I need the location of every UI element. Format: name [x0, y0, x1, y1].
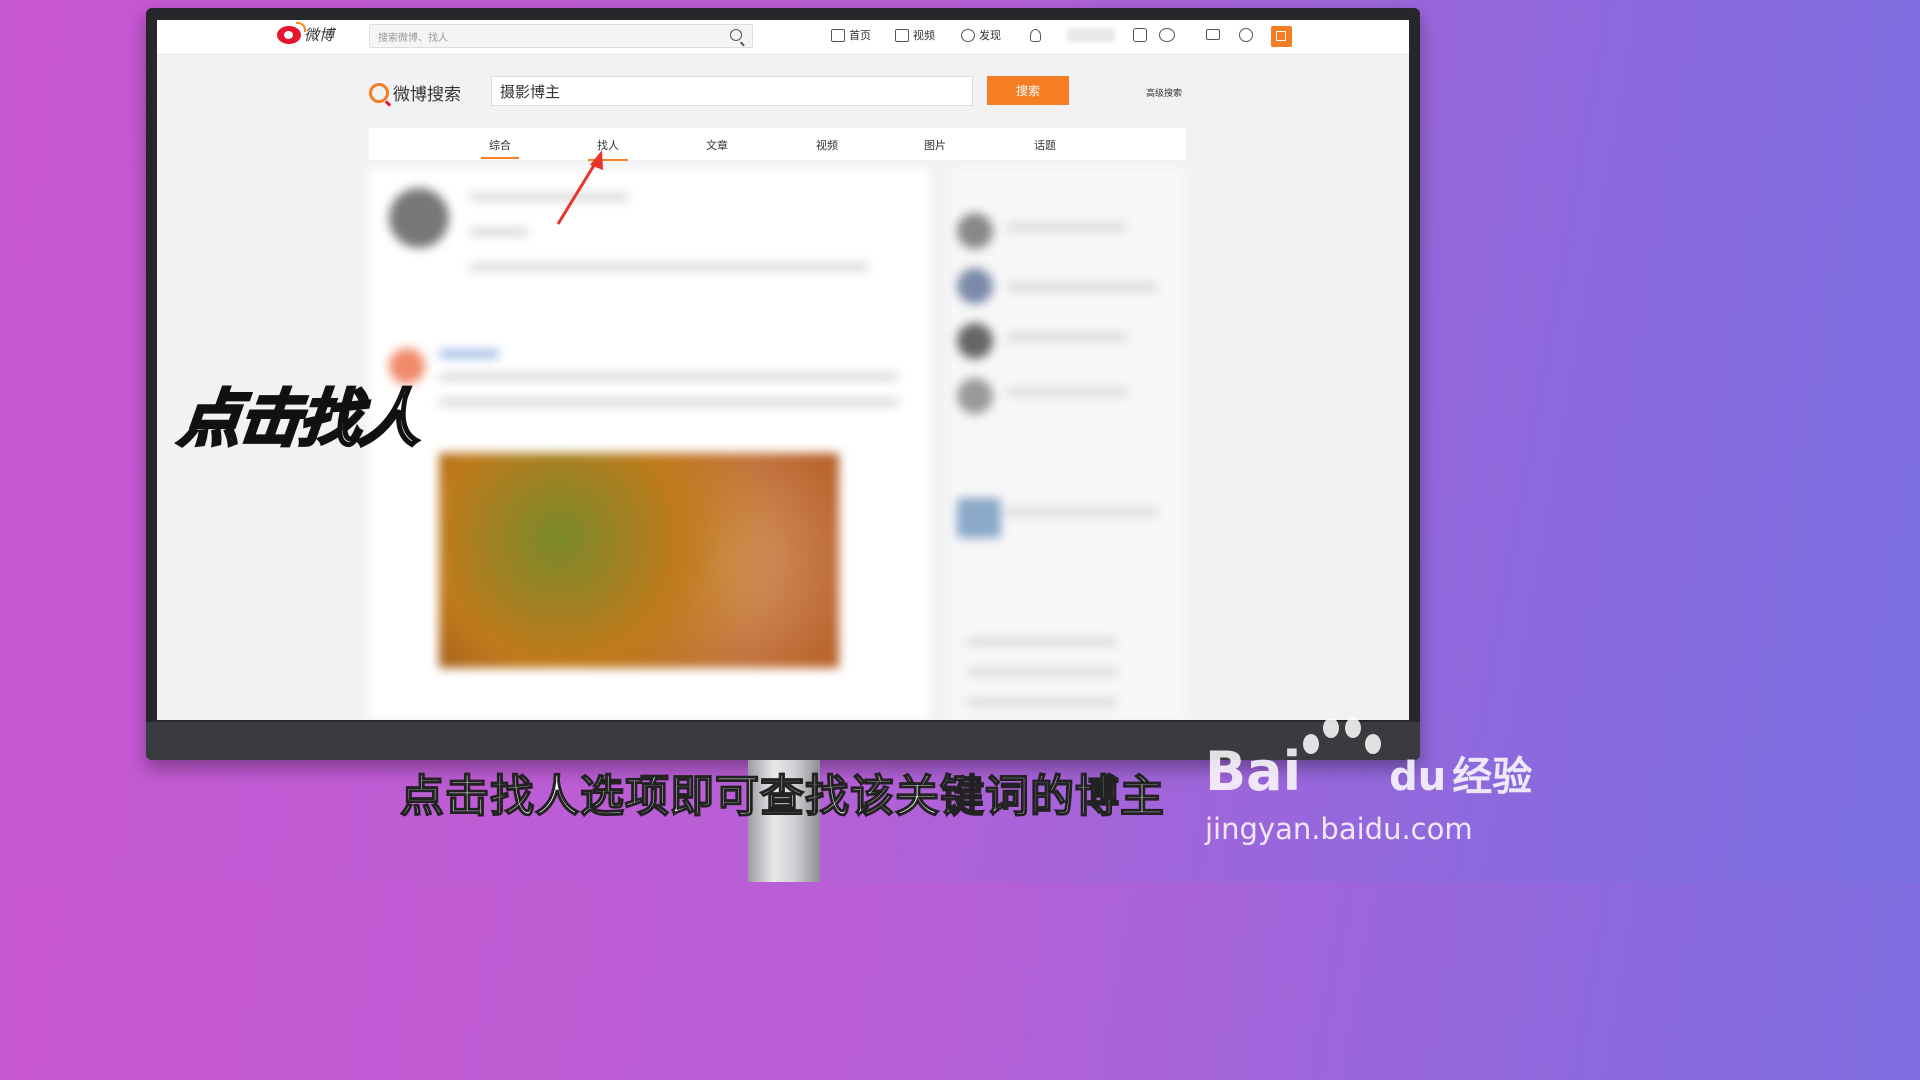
sidebar-line [967, 638, 1117, 646]
nav-video[interactable]: 视频 [895, 27, 935, 43]
video-icon [895, 28, 909, 42]
search-tabs: 综合 找人 文章 视频 图片 话题 [369, 128, 1186, 160]
tab-images[interactable]: 图片 [924, 137, 946, 153]
search-icon[interactable] [730, 29, 742, 41]
post-author [439, 350, 499, 358]
tab-find-people[interactable]: 找人 [597, 137, 619, 153]
home-icon [831, 28, 845, 42]
sidebar-line [1007, 388, 1127, 396]
search-logo-icon [369, 82, 389, 103]
weibo-topbar: 微博 搜索微博、找人 首页 视频 发现 [157, 20, 1409, 55]
nav-home-label: 首页 [849, 29, 871, 42]
sidebar-thumbnail [957, 498, 1001, 538]
search-button[interactable]: 搜索 [987, 76, 1069, 105]
weibo-eye-icon [277, 21, 306, 44]
username-blurred[interactable] [1067, 28, 1115, 42]
video-subtitle: 点击找人选项即可查找该关键词的博主 [399, 770, 1165, 823]
nav-video-label: 视频 [913, 29, 935, 42]
nav-discover[interactable]: 发现 [961, 27, 1001, 43]
tab-topics[interactable]: 话题 [1034, 137, 1056, 153]
sidebar-line [1007, 508, 1157, 516]
watermark-brand: Bai [1205, 740, 1302, 803]
sidebar-line [967, 698, 1117, 706]
watermark-url: jingyan.baidu.com [1205, 812, 1473, 846]
sidebar-line [967, 668, 1117, 676]
post-text [439, 373, 899, 381]
result-line [469, 228, 529, 236]
result-line [469, 263, 869, 271]
game-bag-icon[interactable] [1133, 28, 1147, 42]
nav-discover-label: 发现 [979, 29, 1001, 42]
tab-articles[interactable]: 文章 [706, 137, 728, 153]
nav-home[interactable]: 首页 [831, 27, 871, 43]
result-line [469, 193, 629, 201]
weibo-search-logo: 微博搜索 [369, 80, 461, 105]
tab-videos[interactable]: 视频 [816, 137, 838, 153]
user-icon[interactable] [1030, 29, 1041, 42]
advanced-search-link[interactable]: 高级搜索 [1146, 86, 1182, 99]
gear-icon[interactable] [1239, 28, 1253, 42]
tab-comprehensive[interactable]: 综合 [481, 137, 519, 159]
watermark-brand-cn: 经验 [1452, 754, 1533, 800]
weibo-logo-text: 微博 [304, 26, 335, 44]
post-text [439, 398, 899, 406]
mail-icon[interactable] [1206, 29, 1220, 40]
sidebar-line [1007, 223, 1127, 231]
baidu-watermark: Bai du 经验 jingyan.baidu.com [1205, 740, 1533, 846]
compose-icon[interactable] [1271, 26, 1292, 47]
watermark-du: du [1389, 754, 1447, 800]
overlay-caption: 点击找人 [174, 381, 425, 457]
results-blurred [369, 168, 929, 720]
sidebar-avatar [957, 213, 993, 249]
sidebar-avatar [957, 323, 993, 359]
main-search-box[interactable] [491, 76, 973, 106]
weibo-search-title: 微博搜索 [393, 85, 461, 105]
weibo-logo[interactable]: 微博 [277, 21, 335, 45]
main-search-input[interactable] [498, 77, 962, 105]
top-search-input[interactable]: 搜索微博、找人 [369, 24, 753, 48]
sidebar-avatar [957, 268, 993, 304]
sidebar-avatar [957, 378, 993, 414]
sidebar-line [1007, 283, 1157, 291]
gamepad-icon[interactable] [1159, 28, 1175, 42]
tab-hover-underline [588, 159, 628, 161]
post-image[interactable] [439, 453, 839, 668]
compass-icon [961, 28, 975, 42]
result-avatar [389, 188, 449, 248]
sidebar-blurred [947, 168, 1186, 720]
sidebar-line [1007, 333, 1127, 341]
top-search-placeholder: 搜索微博、找人 [378, 33, 448, 44]
